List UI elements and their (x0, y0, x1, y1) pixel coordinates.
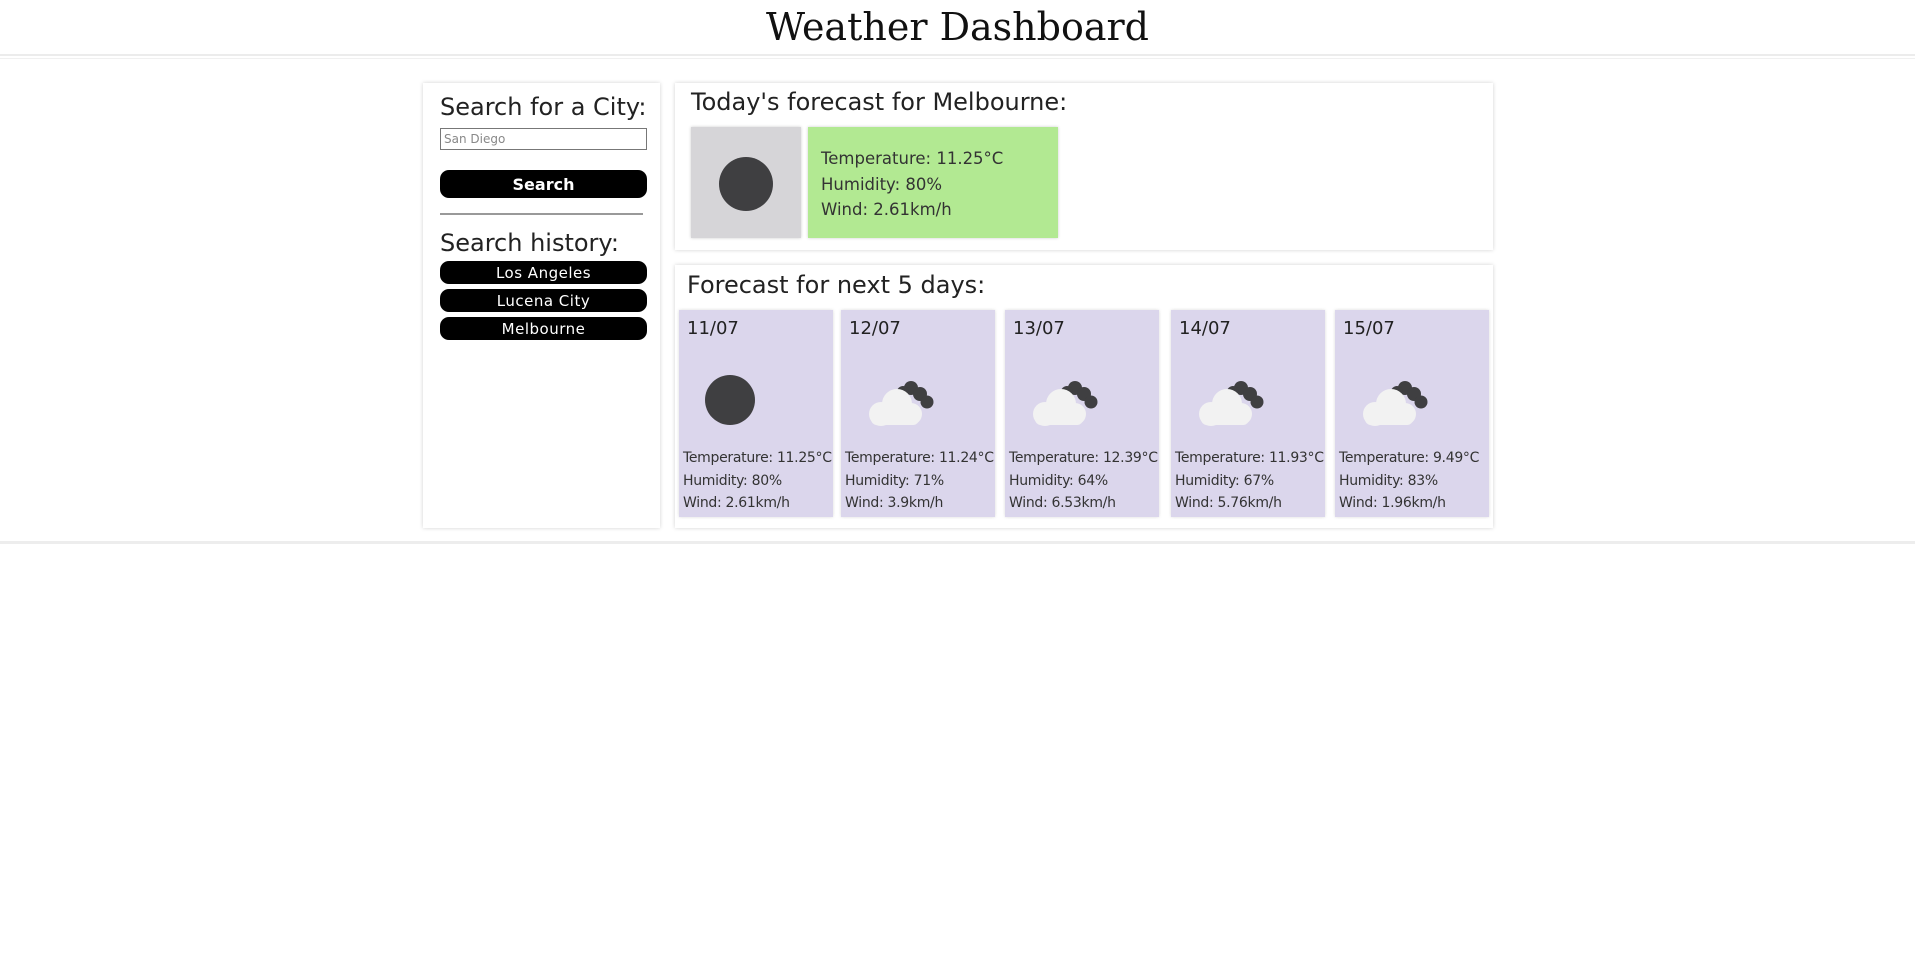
forecast-temperature: Temperature: 11.24°C (845, 450, 994, 466)
today-temperature: Temperature: 11.25°C (821, 149, 1004, 168)
forecast-date: 12/07 (849, 318, 901, 339)
page-title: Weather Dashboard (765, 5, 1150, 49)
forecast-temperature: Temperature: 11.93°C (1175, 450, 1324, 466)
search-history-list: Los Angeles Lucena City Melbourne (440, 261, 647, 345)
search-title: Search for a City: (440, 93, 647, 121)
moon-icon (705, 375, 755, 425)
forecast-temperature: Temperature: 9.49°C (1339, 450, 1480, 466)
today-humidity: Humidity: 80% (821, 174, 943, 194)
search-history-title: Search history: (440, 229, 619, 257)
forecast-date: 14/07 (1179, 318, 1231, 339)
forecast-temperature: Temperature: 11.25°C (683, 450, 832, 466)
page-header: Weather Dashboard (0, 0, 1915, 56)
forecast-title: Forecast for next 5 days: (687, 271, 986, 299)
history-item-los-angeles[interactable]: Los Angeles (440, 261, 647, 284)
forecast-date: 15/07 (1343, 318, 1395, 339)
forecast-stats: Temperature: 11.25°C Humidity: 80% Wind:… (683, 447, 832, 515)
forecast-card: 15/07 Temperature: 9.49°C Humidity: 83% … (1335, 310, 1489, 517)
forecast-card: 14/07 Temperature: 11.93°C Humidity: 67%… (1171, 310, 1325, 517)
today-wind: Wind: 2.61km/h (821, 200, 952, 219)
forecast-stats: Temperature: 11.24°C Humidity: 71% Wind:… (845, 447, 994, 515)
history-item-melbourne[interactable]: Melbourne (440, 317, 647, 340)
today-icon-box (691, 127, 801, 238)
cloud-night-icon (1033, 381, 1098, 426)
forecast-card: 11/07 Temperature: 11.25°C Humidity: 80%… (679, 310, 833, 517)
forecast-humidity: Humidity: 71% (845, 472, 944, 489)
forecast-card: 13/07 Temperature: 12.39°C Humidity: 64%… (1005, 310, 1159, 517)
forecast-humidity: Humidity: 83% (1339, 472, 1438, 489)
forecast-date: 13/07 (1013, 318, 1065, 339)
forecast-wind: Wind: 5.76km/h (1175, 495, 1282, 511)
forecast-stats: Temperature: 9.49°C Humidity: 83% Wind: … (1339, 447, 1479, 515)
forecast-temperature: Temperature: 12.39°C (1009, 450, 1158, 466)
search-sidebar: Search for a City: Search Search history… (423, 83, 660, 528)
sidebar-divider (440, 213, 643, 215)
forecast-stats: Temperature: 12.39°C Humidity: 64% Wind:… (1009, 447, 1158, 515)
history-item-lucena-city[interactable]: Lucena City (440, 289, 647, 312)
forecast-humidity: Humidity: 67% (1175, 472, 1274, 489)
cloud-night-icon (1199, 381, 1264, 426)
forecast-date: 11/07 (687, 318, 739, 339)
today-forecast-panel: Today's forecast for Melbourne: Temperat… (675, 83, 1493, 250)
cloud-night-icon (1363, 381, 1428, 426)
forecast-wind: Wind: 3.9km/h (845, 495, 944, 511)
forecast-wind: Wind: 2.61km/h (683, 495, 790, 511)
moon-icon (719, 157, 773, 211)
today-stats: Temperature: 11.25°C Humidity: 80% Wind:… (808, 127, 1058, 238)
forecast-wind: Wind: 6.53km/h (1009, 495, 1116, 511)
today-forecast-title: Today's forecast for Melbourne: (691, 88, 1068, 116)
forecast-humidity: Humidity: 80% (683, 472, 782, 489)
cloud-night-icon (869, 381, 934, 426)
five-day-forecast-panel: Forecast for next 5 days: 11/07 Temperat… (675, 265, 1493, 528)
city-search-input[interactable] (440, 128, 647, 150)
search-button[interactable]: Search (440, 170, 647, 198)
forecast-humidity: Humidity: 64% (1009, 472, 1108, 489)
forecast-wind: Wind: 1.96km/h (1339, 495, 1446, 511)
forecast-stats: Temperature: 11.93°C Humidity: 67% Wind:… (1175, 447, 1324, 515)
forecast-card: 12/07 Temperature: 11.24°C Humidity: 71%… (841, 310, 995, 517)
